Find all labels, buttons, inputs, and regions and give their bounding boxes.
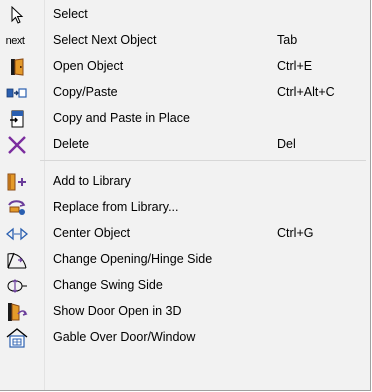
menu-item-change-swing-side[interactable]: Change Swing Side [0, 274, 371, 297]
change-hinge-side-icon [6, 250, 28, 269]
menu-item-delete[interactable]: Delete Del [0, 133, 371, 156]
menu-item-add-to-library[interactable]: Add to Library [0, 170, 371, 193]
copy-paste-icon [6, 83, 28, 102]
menu-item-shortcut: Ctrl+Alt+C [277, 85, 335, 99]
add-to-library-icon [6, 172, 28, 191]
menu-item-label: Change Opening/Hinge Side [53, 252, 213, 266]
next-icon: next [5, 34, 25, 47]
menu-item-label: Select Next Object [53, 33, 157, 47]
menu-item-label: Select [53, 7, 88, 21]
menu-item-show-door-open-3d[interactable]: Show Door Open in 3D [0, 300, 371, 323]
menu-item-open-object[interactable]: Open Object Ctrl+E [0, 55, 371, 78]
door-open-3d-icon [6, 302, 28, 321]
menu-item-label: Change Swing Side [53, 278, 163, 292]
menu-item-label: Show Door Open in 3D [53, 304, 182, 318]
menu-item-label: Copy/Paste [53, 85, 118, 99]
menu-item-select-next-object[interactable]: next Select Next Object Tab [0, 29, 371, 52]
menu-item-change-hinge-side[interactable]: Change Opening/Hinge Side [0, 248, 371, 271]
menu-item-label: Add to Library [53, 174, 131, 188]
menu-item-gable-over-door-window[interactable]: Gable Over Door/Window [0, 326, 371, 349]
menu-item-shortcut: Ctrl+G [277, 226, 314, 240]
change-swing-side-icon [6, 276, 28, 295]
menu-item-shortcut: Tab [277, 33, 298, 47]
menu-item-shortcut: Ctrl+E [277, 59, 313, 73]
open-object-icon [6, 57, 28, 76]
replace-from-library-icon [6, 198, 28, 217]
center-object-icon [6, 224, 28, 243]
menu-item-copy-paste-in-place[interactable]: Copy and Paste in Place [0, 107, 371, 130]
menu-item-center-object[interactable]: Center Object Ctrl+G [0, 222, 371, 245]
menu-item-replace-from-library[interactable]: Replace from Library... [0, 196, 371, 219]
paste-in-place-icon [6, 109, 28, 128]
menu-item-label: Gable Over Door/Window [53, 330, 196, 344]
menu-item-shortcut: Del [277, 137, 296, 151]
menu-item-copy-paste[interactable]: Copy/Paste Ctrl+Alt+C [0, 81, 371, 104]
menu-item-select[interactable]: Select [0, 3, 371, 26]
menu-item-label: Delete [53, 137, 90, 151]
menu-item-label: Center Object [53, 226, 131, 240]
delete-x-icon [6, 135, 28, 154]
menu-item-label: Replace from Library... [53, 200, 179, 214]
arrow-cursor-icon [6, 5, 28, 24]
menu-item-label: Open Object [53, 59, 124, 73]
menu-item-label: Copy and Paste in Place [53, 111, 190, 125]
context-menu: Select next Select Next Object Tab Open … [0, 0, 371, 391]
gable-over-door-icon [6, 327, 28, 348]
menu-separator [40, 160, 366, 161]
